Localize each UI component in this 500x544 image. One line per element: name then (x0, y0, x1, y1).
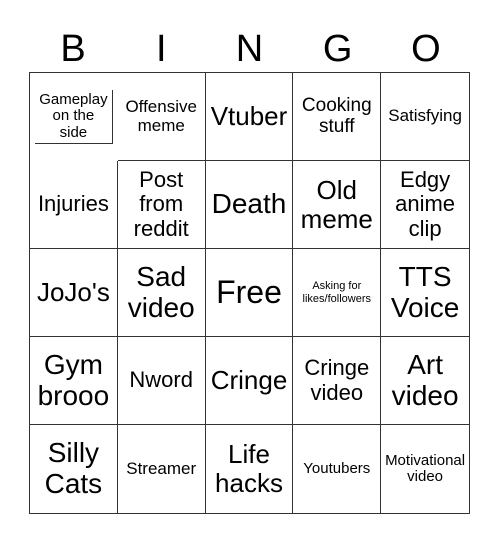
bingo-cell[interactable]: Youtubers (293, 425, 382, 513)
bingo-cell[interactable]: Asking for likes/followers (293, 249, 382, 337)
bingo-cell[interactable]: Motivational video (381, 425, 469, 513)
bingo-cell[interactable]: Gameplay on the side (34, 89, 113, 145)
bingo-cell[interactable]: Injuries (30, 161, 118, 249)
bingo-cell[interactable]: Streamer (118, 425, 206, 513)
bingo-grid: Gameplay on the side Offensive meme Vtub… (29, 72, 470, 514)
bingo-cell[interactable]: Offensive meme (117, 73, 206, 161)
bingo-cell[interactable]: JoJo's (30, 249, 118, 337)
header-letter-n: N (235, 28, 264, 70)
header-letter-g: G (322, 28, 353, 70)
bingo-cell[interactable]: Sad video (117, 249, 206, 337)
bingo-cell[interactable]: Old meme (293, 161, 382, 249)
bingo-cell[interactable]: Post from reddit (117, 161, 206, 249)
bingo-cell[interactable]: TTS Voice (381, 249, 469, 337)
bingo-cell[interactable]: Death (205, 161, 294, 249)
bingo-cell[interactable]: Cooking stuff (293, 73, 382, 161)
bingo-header: B I N G O (29, 26, 470, 72)
bingo-cell[interactable]: Cringe video (293, 337, 382, 425)
bingo-cell[interactable]: Satisfying (381, 73, 469, 161)
header-letter-i: I (156, 28, 167, 70)
bingo-cell[interactable]: Life hacks (206, 425, 294, 513)
header-letter-o: O (411, 28, 441, 70)
bingo-cell[interactable]: Vtuber (205, 73, 294, 161)
bingo-cell[interactable]: Art video (381, 337, 469, 425)
header-letter-b: B (60, 28, 86, 70)
bingo-cell[interactable]: Edgy anime clip (381, 161, 469, 249)
bingo-cell[interactable]: Gym brooo (30, 337, 118, 425)
free-space[interactable]: Free (205, 249, 294, 337)
bingo-cell[interactable]: Silly Cats (30, 425, 118, 513)
bingo-cell[interactable]: Nword (117, 337, 206, 425)
bingo-cell[interactable]: Cringe (205, 337, 294, 425)
